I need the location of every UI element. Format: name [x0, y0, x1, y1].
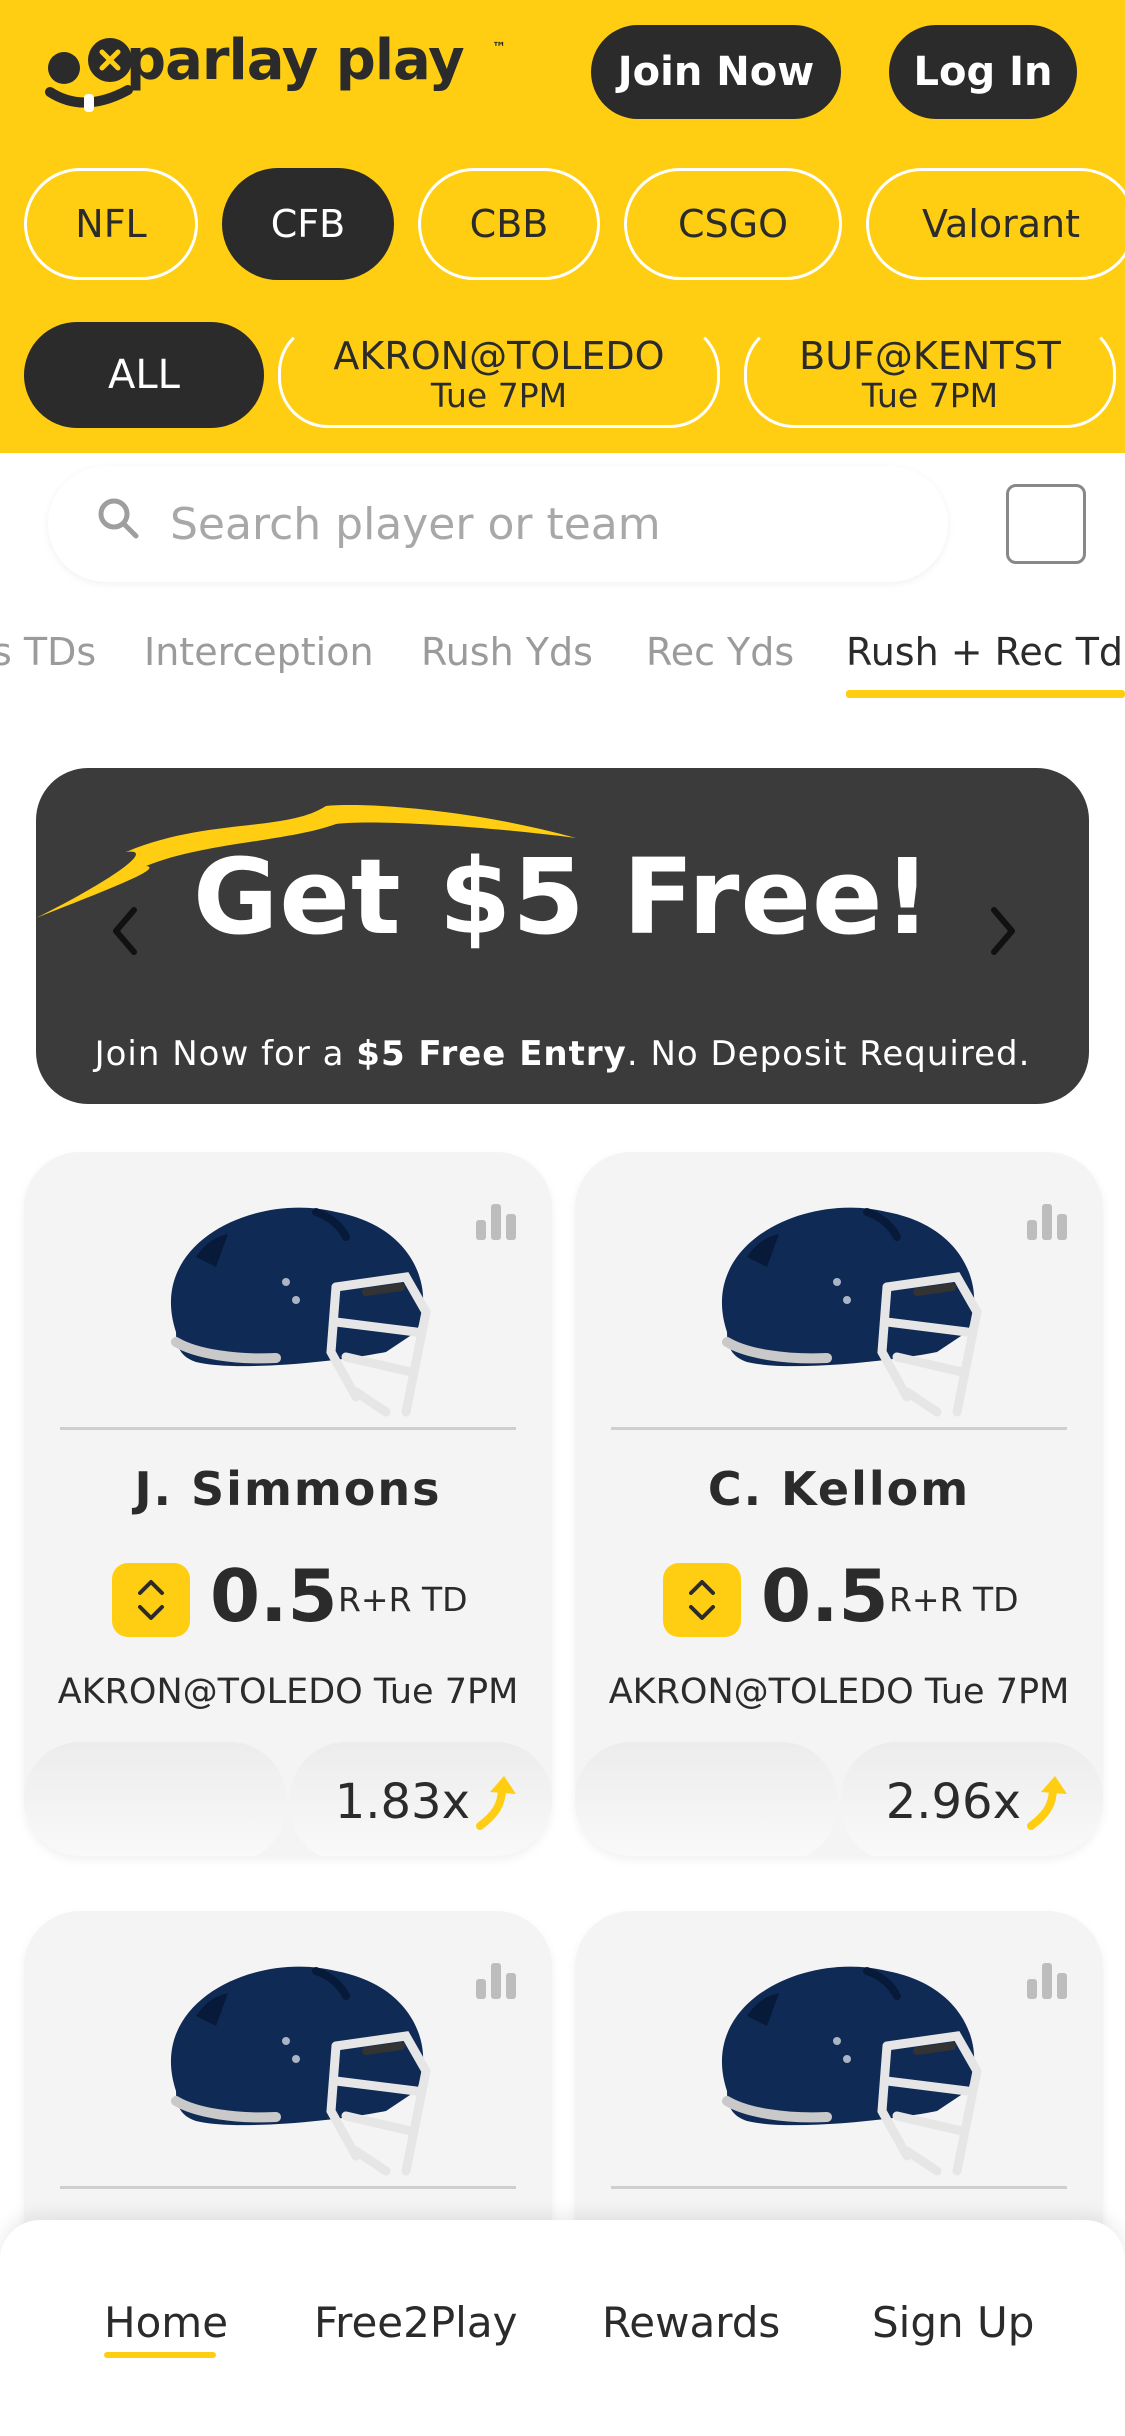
pick-lower-button[interactable] [575, 1742, 837, 1856]
sport-tab-csgo[interactable]: CSGO [624, 168, 842, 280]
game-time: Tue 7PM [430, 375, 568, 415]
swap-line-icon[interactable] [663, 1563, 741, 1637]
card-divider [611, 1427, 1067, 1430]
multiplier-value: 2.96x [885, 1774, 1021, 1830]
promo-sub-prefix: Join Now for a [94, 1034, 357, 1074]
game-name: AKRON@TOLEDO [333, 334, 665, 379]
active-nav-indicator [104, 2352, 216, 2358]
bar-chart-icon[interactable] [474, 1200, 518, 1240]
projection-line: 0.5 [210, 1554, 338, 1638]
player-card[interactable]: C. Kellom 0.5 R+R TD AKRON@TOLEDO Tue 7P… [575, 1152, 1103, 1856]
game-time: Tue 7PM [861, 375, 999, 415]
sport-tab-nfl[interactable]: NFL [24, 168, 198, 280]
join-now-button[interactable]: Join Now [591, 25, 841, 119]
nav-home[interactable]: Home [104, 2298, 228, 2347]
card-game-info: AKRON@TOLEDO Tue 7PM [608, 1672, 1070, 1712]
stat-tab-rec-yds[interactable]: Rec Yds [646, 630, 794, 674]
card-divider [60, 2186, 516, 2189]
stat-type: R+R TD [889, 1580, 1019, 1619]
stat-tab-rush-rec-td[interactable]: Rush + Rec Td [846, 630, 1123, 674]
stat-tab-pass-tds[interactable]: s TDs [0, 630, 96, 674]
player-name: C. Kellom [707, 1462, 971, 1516]
player-name: J. Simmons [134, 1462, 442, 1516]
active-tab-indicator [846, 690, 1125, 698]
swap-line-icon[interactable] [112, 1563, 190, 1637]
stat-type: R+R TD [338, 1580, 468, 1619]
arrow-up-icon [476, 1776, 516, 1830]
arrow-up-icon [1027, 1776, 1067, 1830]
logo-trademark: ™ [492, 40, 506, 56]
multiplier-value: 1.83x [334, 1774, 470, 1830]
sport-tab-cbb[interactable]: CBB [418, 168, 600, 280]
card-divider [611, 2186, 1067, 2189]
filter-checkbox[interactable] [1006, 484, 1086, 564]
bar-chart-icon[interactable] [474, 1959, 518, 1999]
helmet-icon [687, 1182, 1007, 1432]
player-card[interactable]: J. Simmons 0.5 R+R TD AKRON@TOLEDO Tue 7… [24, 1152, 552, 1856]
game-filter-all[interactable]: ALL [24, 322, 264, 428]
card-divider [60, 1427, 516, 1430]
chevron-right-icon[interactable] [980, 896, 1024, 966]
helmet-icon [136, 1941, 456, 2191]
sport-tab-cfb[interactable]: CFB [222, 168, 394, 280]
promo-subtitle: Join Now for a $5 Free Entry. No Deposit… [0, 1034, 1125, 1074]
logo-wordmark: parlay play [126, 28, 465, 93]
projection-line: 0.5 [761, 1554, 889, 1638]
card-game-info: AKRON@TOLEDO Tue 7PM [57, 1672, 519, 1712]
promo-title: Get $5 Free! [193, 836, 932, 958]
pick-lower-button[interactable] [24, 1742, 286, 1856]
promo-sub-bold: $5 Free Entry [356, 1034, 627, 1074]
game-filter-akron-toledo[interactable]: AKRON@TOLEDO Tue 7PM [278, 322, 720, 428]
game-name: BUF@KENTST [799, 334, 1061, 379]
chevron-left-icon[interactable] [104, 896, 148, 966]
bar-chart-icon[interactable] [1025, 1959, 1069, 1999]
bar-chart-icon[interactable] [1025, 1200, 1069, 1240]
helmet-icon [687, 1941, 1007, 2191]
stat-tab-rush-yds[interactable]: Rush Yds [421, 630, 593, 674]
nav-free2play[interactable]: Free2Play [314, 2298, 517, 2347]
search-input[interactable] [168, 488, 892, 560]
sport-tab-valorant[interactable]: Valorant [866, 168, 1125, 280]
nav-sign-up[interactable]: Sign Up [872, 2298, 1034, 2347]
search-icon [98, 498, 139, 539]
nav-rewards[interactable]: Rewards [602, 2298, 780, 2347]
log-in-button[interactable]: Log In [889, 25, 1077, 119]
promo-sub-suffix: . No Deposit Required. [626, 1034, 1031, 1074]
stat-tab-interception[interactable]: Interception [144, 630, 374, 674]
helmet-icon [136, 1182, 456, 1432]
game-filter-buf-kentst[interactable]: BUF@KENTST Tue 7PM [744, 322, 1116, 428]
